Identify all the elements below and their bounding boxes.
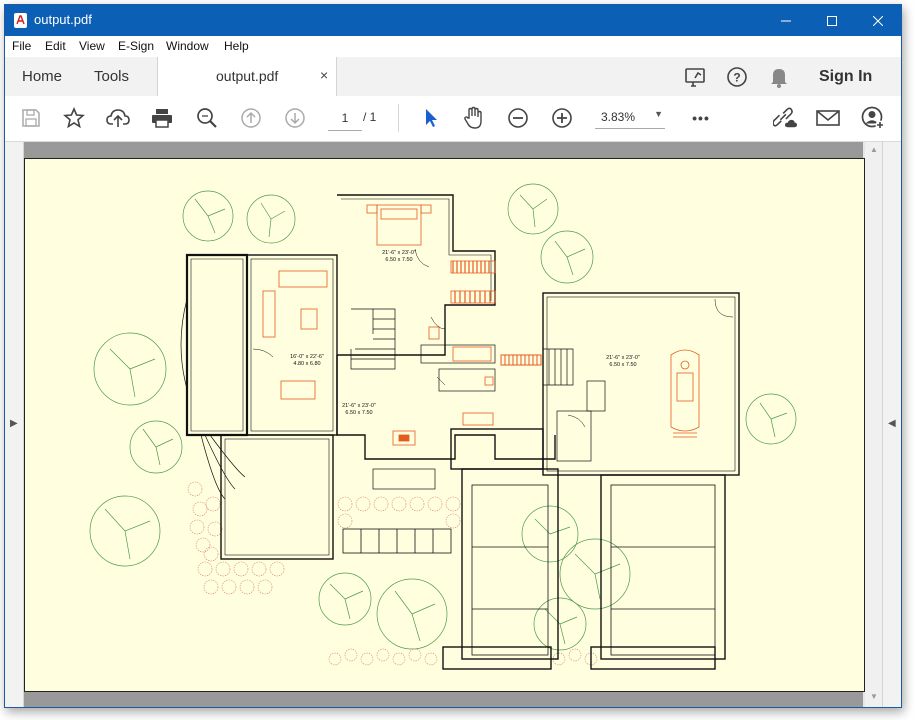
add-user-button[interactable]: [861, 106, 885, 130]
pdf-page: 21'-6" x 23'-0" 6.50 x 7.50 16'-0" x 22'…: [24, 158, 865, 692]
tab-tools[interactable]: Tools: [94, 68, 129, 85]
floor-plan-drawing: 21'-6" x 23'-0" 6.50 x 7.50 16'-0" x 22'…: [89, 183, 797, 670]
next-page-button[interactable]: [283, 106, 307, 130]
close-button[interactable]: [855, 5, 901, 36]
title-bar: output.pdf: [5, 5, 901, 36]
maximize-button[interactable]: [809, 5, 855, 36]
window-title: output.pdf: [34, 12, 92, 27]
zoom-dropdown[interactable]: 3.83% ▼: [595, 106, 665, 129]
minimize-button[interactable]: [763, 5, 809, 36]
hand-tool-button[interactable]: [462, 106, 486, 130]
link-cloud-icon: [773, 107, 797, 128]
select-tool-button[interactable]: [419, 106, 443, 130]
house-walls: [185, 194, 740, 670]
left-panel-toggle[interactable]: ▶: [5, 142, 24, 707]
arrow-up-icon: [241, 108, 261, 128]
minimize-icon: [781, 20, 791, 21]
chevron-right-icon: ▶: [10, 418, 18, 429]
menu-help[interactable]: Help: [224, 39, 249, 53]
zoom-in-button[interactable]: [550, 106, 574, 130]
menu-window[interactable]: Window: [166, 39, 209, 53]
doors: [252, 248, 734, 428]
share-screen-icon: [685, 68, 705, 87]
hand-icon: [464, 106, 482, 129]
furniture: [262, 204, 700, 446]
scroll-up-icon[interactable]: ▲: [870, 145, 878, 154]
tab-home[interactable]: Home: [22, 68, 62, 85]
page-margin-bottom: [24, 691, 863, 707]
room-label-bedroom-metric: 6.50 x 7.50: [385, 257, 412, 263]
zoom-out-icon: [508, 108, 528, 128]
bookmark-button[interactable]: [62, 106, 86, 130]
right-panel-toggle[interactable]: ◀: [882, 142, 901, 707]
bell-icon: [771, 69, 787, 88]
save-icon: [22, 109, 40, 127]
print-button[interactable]: [150, 106, 174, 130]
menu-view[interactable]: View: [79, 39, 105, 53]
scroll-down-icon[interactable]: ▼: [870, 692, 878, 701]
page-total: / 1: [363, 110, 377, 124]
zoom-out-button[interactable]: [506, 106, 530, 130]
page-margin-top: [24, 142, 863, 158]
save-button[interactable]: [19, 106, 43, 130]
svg-text:?: ?: [733, 71, 740, 85]
room-label-bedroom-dims: 21'-6" x 23'-0": [382, 250, 416, 256]
star-icon: [63, 107, 85, 129]
menu-esign[interactable]: E-Sign: [118, 39, 154, 53]
previous-page-button[interactable]: [239, 106, 263, 130]
toolbar: / 1 3.83% ▼ •••: [5, 96, 901, 142]
share-screen-button[interactable]: [684, 66, 708, 93]
envelope-icon: [816, 110, 840, 126]
document-viewport[interactable]: ▶ 21'-6" x 23'-0" 6.50 x 7.50 16'-0" x 2…: [5, 142, 901, 707]
help-icon: ?: [727, 67, 747, 87]
menu-bar: File Edit View E-Sign Window Help: [5, 36, 901, 57]
toolbar-divider: [398, 104, 399, 132]
cloud-upload-icon: [106, 109, 130, 127]
room-label-living-metric: 4.80 x 6.80: [293, 361, 320, 367]
app-window: output.pdf File Edit View E-Sign Window …: [4, 4, 902, 708]
notifications-button[interactable]: [769, 66, 789, 93]
landscape-shrubs: [187, 481, 598, 666]
room-label-garage-metric: 6.50 x 7.50: [609, 362, 636, 368]
menu-file[interactable]: File: [12, 39, 31, 53]
sign-in-button[interactable]: Sign In: [819, 68, 872, 86]
maximize-icon: [827, 15, 837, 26]
arrow-down-icon: [285, 108, 305, 128]
pdf-app-icon: [14, 13, 27, 28]
printer-icon: [152, 109, 172, 128]
landscape-trees: [89, 183, 797, 651]
cursor-arrow-icon: [426, 109, 437, 127]
chevron-down-icon: ▼: [654, 109, 663, 119]
chevron-left-icon: ◀: [888, 418, 896, 429]
vertical-scrollbar[interactable]: ▲ ▼: [865, 142, 883, 707]
room-label-kitchen-metric: 6.50 x 7.50: [345, 410, 372, 416]
add-user-icon: [861, 106, 885, 130]
room-label-living-dims: 16'-0" x 22'-6": [290, 354, 324, 360]
tab-close-button[interactable]: ×: [320, 67, 328, 83]
find-button[interactable]: [195, 106, 219, 130]
zoom-value: 3.83%: [601, 110, 636, 124]
close-icon: [873, 15, 883, 26]
zoom-in-icon: [552, 108, 572, 128]
more-tools-button[interactable]: •••: [689, 106, 713, 130]
search-icon: [197, 108, 217, 128]
menu-edit[interactable]: Edit: [45, 39, 66, 53]
tab-bar: Home Tools output.pdf × ? Sign In: [5, 57, 901, 97]
tab-document-label: output.pdf: [216, 68, 279, 84]
help-button[interactable]: ?: [726, 66, 748, 93]
room-label-garage-dims: 21'-6" x 23'-0": [606, 355, 640, 361]
room-label-kitchen-dims: 21'-6" x 23'-0": [342, 403, 376, 409]
page-number-input[interactable]: [328, 106, 362, 131]
email-button[interactable]: [816, 106, 840, 130]
tab-document[interactable]: output.pdf ×: [157, 57, 337, 97]
upload-button[interactable]: [106, 106, 130, 130]
share-link-button[interactable]: [773, 106, 797, 130]
